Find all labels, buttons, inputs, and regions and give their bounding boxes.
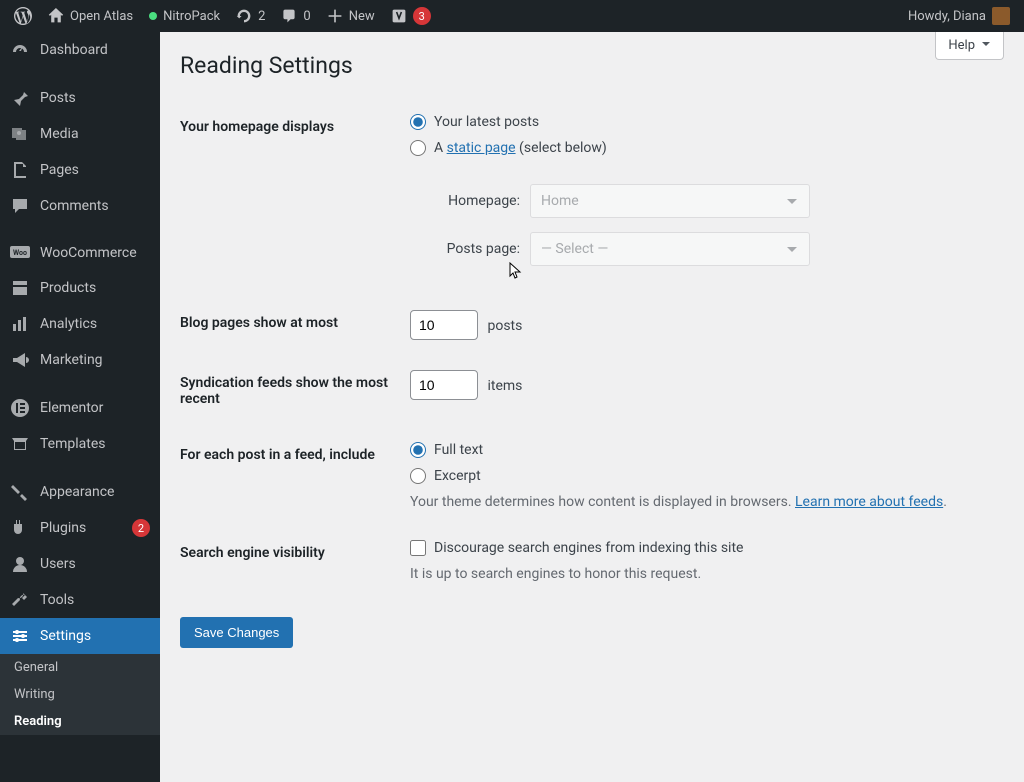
- menu-plugins[interactable]: Plugins2: [0, 510, 160, 546]
- feed-description: Your theme determines how content is dis…: [410, 494, 994, 510]
- yoast-icon: [391, 8, 407, 24]
- tools-icon: [10, 590, 30, 610]
- learn-more-feeds-link[interactable]: Learn more about feeds: [795, 494, 943, 510]
- products-icon: [10, 278, 30, 298]
- menu-appearance[interactable]: Appearance: [0, 474, 160, 510]
- menu-marketing[interactable]: Marketing: [0, 342, 160, 378]
- feeds-input[interactable]: [410, 370, 478, 400]
- homepage-select-label: Homepage:: [430, 193, 520, 209]
- site-name: Open Atlas: [70, 9, 133, 24]
- help-tab[interactable]: Help: [935, 32, 1004, 60]
- menu-analytics[interactable]: Analytics: [0, 306, 160, 342]
- avatar-icon: [992, 7, 1010, 25]
- radio-full-text[interactable]: [410, 442, 426, 458]
- save-button[interactable]: Save Changes: [180, 617, 293, 648]
- pages-icon: [10, 160, 30, 180]
- submenu-general[interactable]: General: [0, 654, 160, 681]
- woo-icon: Woo: [10, 246, 30, 260]
- menu-settings[interactable]: Settings: [0, 618, 160, 654]
- analytics-icon: [10, 314, 30, 334]
- menu-pages[interactable]: Pages: [0, 152, 160, 188]
- comment-icon: [281, 8, 297, 24]
- my-account-link[interactable]: Howdy, Diana: [900, 0, 1018, 32]
- yoast-badge: 3: [413, 7, 431, 25]
- submenu-reading[interactable]: Reading: [0, 708, 160, 735]
- update-icon: [236, 8, 252, 24]
- radio-static-page[interactable]: [410, 140, 426, 156]
- menu-tools[interactable]: Tools: [0, 582, 160, 618]
- media-icon: [10, 124, 30, 144]
- menu-templates[interactable]: Templates: [0, 426, 160, 462]
- menu-products[interactable]: Products: [0, 270, 160, 306]
- page-title: Reading Settings: [180, 32, 1004, 89]
- site-name-link[interactable]: Open Atlas: [40, 0, 141, 32]
- submenu-writing[interactable]: Writing: [0, 681, 160, 708]
- elementor-icon: [10, 398, 30, 418]
- settings-icon: [10, 626, 30, 646]
- comments-link[interactable]: 0: [273, 0, 318, 32]
- dashboard-icon: [10, 40, 30, 60]
- blog-pages-unit: posts: [487, 318, 522, 334]
- postspage-select: — Select —: [530, 232, 810, 266]
- marketing-icon: [10, 350, 30, 370]
- menu-media[interactable]: Media: [0, 116, 160, 152]
- homepage-display-label: Your homepage displays: [180, 99, 400, 295]
- new-link[interactable]: New: [319, 0, 383, 32]
- appearance-icon: [10, 482, 30, 502]
- wp-logo[interactable]: [6, 0, 40, 32]
- templates-icon: [10, 434, 30, 454]
- discourage-label: Discourage search engines from indexing …: [434, 540, 743, 556]
- search-description: It is up to search engines to honor this…: [410, 566, 994, 582]
- discourage-checkbox[interactable]: [410, 540, 426, 556]
- status-dot-icon: [149, 12, 157, 20]
- menu-users[interactable]: Users: [0, 546, 160, 582]
- home-icon: [48, 8, 64, 24]
- radio-latest-posts[interactable]: [410, 114, 426, 130]
- updates-link[interactable]: 2: [228, 0, 273, 32]
- radio-full-text-label: Full text: [434, 442, 483, 458]
- wordpress-icon: [14, 7, 32, 25]
- users-icon: [10, 554, 30, 574]
- blog-pages-label: Blog pages show at most: [180, 295, 400, 355]
- radio-static-page-label: A static page (select below): [434, 140, 607, 156]
- comments-icon: [10, 196, 30, 216]
- svg-text:Woo: Woo: [13, 249, 27, 257]
- menu-posts[interactable]: Posts: [0, 80, 160, 116]
- feed-include-label: For each post in a feed, include: [180, 427, 400, 525]
- yoast-link[interactable]: 3: [383, 0, 439, 32]
- plugins-badge: 2: [132, 519, 150, 537]
- plus-icon: [327, 8, 343, 24]
- menu-elementor[interactable]: Elementor: [0, 390, 160, 426]
- radio-latest-posts-label: Your latest posts: [434, 114, 539, 130]
- menu-dashboard[interactable]: Dashboard: [0, 32, 160, 68]
- radio-excerpt-label: Excerpt: [434, 468, 481, 484]
- postspage-select-label: Posts page:: [430, 241, 520, 257]
- feeds-label: Syndication feeds show the most recent: [180, 355, 400, 427]
- static-page-link[interactable]: static page: [447, 140, 516, 156]
- blog-pages-input[interactable]: [410, 310, 478, 340]
- radio-excerpt[interactable]: [410, 468, 426, 484]
- chevron-down-icon: [981, 38, 991, 53]
- menu-comments[interactable]: Comments: [0, 188, 160, 224]
- homepage-select: Home: [530, 184, 810, 218]
- feeds-unit: items: [487, 378, 522, 394]
- plugins-icon: [10, 518, 30, 538]
- pin-icon: [10, 88, 30, 108]
- search-visibility-label: Search engine visibility: [180, 525, 400, 597]
- nitropack-link[interactable]: NitroPack: [141, 0, 228, 32]
- menu-woocommerce[interactable]: WooWooCommerce: [0, 236, 160, 270]
